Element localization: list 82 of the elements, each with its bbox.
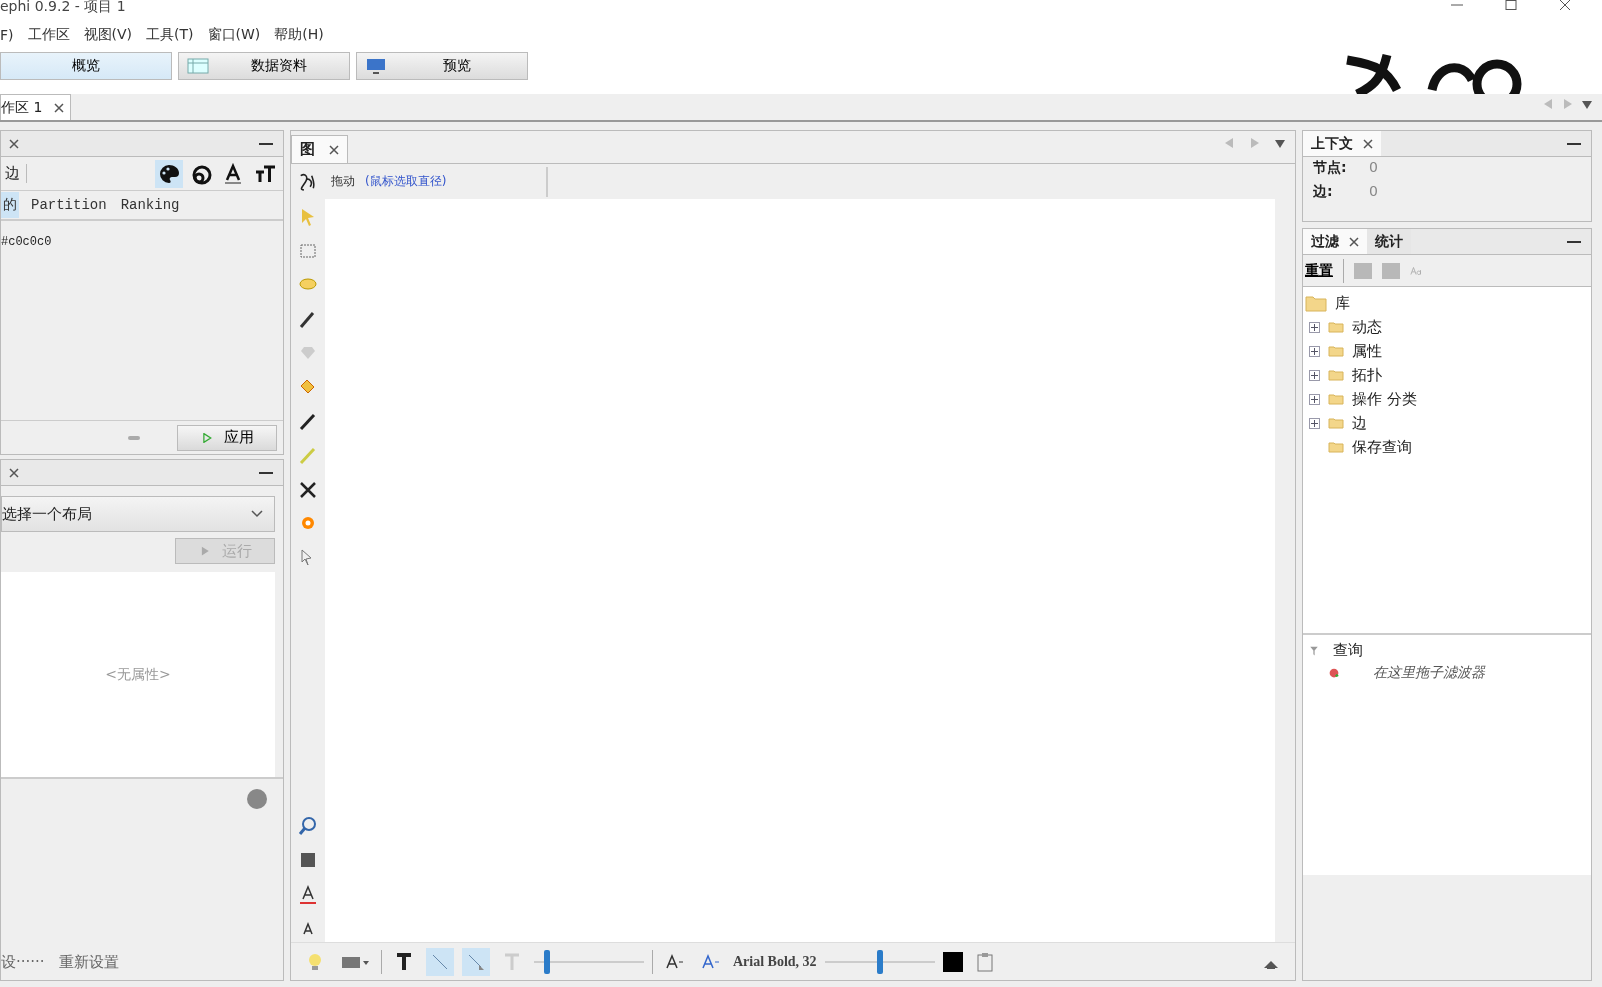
tree-item[interactable]: 保存查询 <box>1352 437 1412 457</box>
edge-brush-icon[interactable] <box>462 947 490 976</box>
tab-label[interactable]: 作区 1 <box>1 98 43 117</box>
drop-hint: 在这里拖子滤波器 <box>1373 664 1485 682</box>
document-tab[interactable]: 作区 1 <box>0 94 72 120</box>
chevron-down-icon <box>250 509 264 519</box>
tab-label[interactable]: 统计 <box>1375 232 1403 251</box>
palette-icon[interactable] <box>155 159 183 188</box>
color-swatch[interactable] <box>942 951 963 972</box>
size-slider[interactable] <box>534 948 644 975</box>
panel-tab[interactable]: 过滤 <box>1303 229 1367 254</box>
folder-icon <box>1328 369 1344 381</box>
stat-value: 0 <box>1369 159 1378 177</box>
workspace-tab[interactable]: 数据资料 <box>178 52 350 80</box>
workspace-tab[interactable]: 概览 <box>0 52 172 80</box>
edges-tab[interactable]: 边 <box>1 164 27 183</box>
color-value: #c0c0c0 <box>1 234 53 251</box>
slider-thumb[interactable] <box>876 949 883 974</box>
stat-label: 边: <box>1313 183 1334 201</box>
menu-item[interactable]: 帮助(H) <box>274 24 324 46</box>
apply-button[interactable]: 应用 <box>177 424 277 451</box>
folder-icon <box>1328 345 1344 357</box>
close-icon[interactable] <box>9 467 19 478</box>
context-tab[interactable]: 上下文 <box>1303 131 1381 156</box>
reset-button[interactable]: 重置 <box>1305 261 1333 280</box>
filter-add-icon <box>1327 668 1341 678</box>
close-icon[interactable] <box>1558 0 1572 10</box>
close-button[interactable] <box>329 144 339 155</box>
mode-tab[interactable]: 的 <box>1 192 19 218</box>
minimize-button[interactable] <box>259 142 273 145</box>
window-title: ephi 0.9.2 - 项目 1 <box>0 0 126 12</box>
tree-item[interactable]: 边 <box>1352 413 1367 433</box>
expand-toggle[interactable] <box>1309 417 1320 429</box>
close-button[interactable] <box>1349 236 1359 247</box>
graph-tab[interactable]: 图 <box>291 135 348 163</box>
menu-item[interactable]: 工作区 <box>27 24 70 46</box>
tree-item[interactable]: 属性 <box>1352 341 1382 361</box>
expand-toggle[interactable] <box>1309 321 1320 333</box>
expand-toggle[interactable] <box>1309 345 1320 357</box>
expand-toggle[interactable] <box>1309 369 1320 381</box>
stat-label: 节点: <box>1313 159 1348 177</box>
menu-item[interactable]: 窗口(W) <box>207 24 261 46</box>
tab-label[interactable]: 过滤 <box>1311 232 1339 251</box>
mode-label: 拖动 <box>331 173 355 190</box>
close-icon[interactable] <box>9 138 19 149</box>
presets-link[interactable]: 设······ <box>1 952 45 972</box>
stat-value: 0 <box>1369 183 1378 201</box>
menu-item[interactable]: F) <box>0 25 14 45</box>
maximize-icon[interactable] <box>1504 0 1518 10</box>
table-icon <box>187 58 209 74</box>
minimize-button[interactable] <box>1567 240 1581 243</box>
tree-item[interactable]: 库 <box>1335 293 1350 313</box>
tab-label[interactable]: 图 <box>300 140 315 159</box>
folder-icon <box>1328 417 1344 429</box>
minimize-button[interactable] <box>259 471 273 474</box>
layout-dropdown[interactable]: 选择一个布局 <box>1 496 275 532</box>
mode-tab[interactable]: Ranking <box>118 193 182 217</box>
queries-title: 查询 <box>1333 641 1363 660</box>
empty-message: <无属性> <box>105 665 171 684</box>
slider-thumb[interactable] <box>544 949 551 974</box>
expand-toggle[interactable] <box>1309 393 1320 405</box>
tree-item[interactable]: 操作 分类 <box>1352 389 1417 409</box>
reset-link[interactable]: 重新设置 <box>58 952 119 972</box>
size-slider[interactable] <box>824 948 935 975</box>
monitor-icon <box>365 58 387 74</box>
mode-tab[interactable]: Partition <box>29 193 109 217</box>
mode-hint: (鼠标选取直径) <box>365 166 549 197</box>
workspace-tab[interactable]: 预览 <box>356 52 528 80</box>
tree-item[interactable]: 拓扑 <box>1352 365 1382 385</box>
folder-icon <box>1328 321 1344 333</box>
minimize-button[interactable] <box>1567 142 1581 145</box>
tree-item[interactable]: 动态 <box>1352 317 1382 337</box>
folder-icon <box>1328 393 1344 405</box>
menu-item[interactable]: 视图(V) <box>83 24 133 46</box>
close-button[interactable] <box>54 102 65 113</box>
menu-item[interactable]: 工具(T) <box>146 24 194 46</box>
play-icon <box>200 432 214 443</box>
tab-label[interactable]: 上下文 <box>1311 134 1353 153</box>
close-button[interactable] <box>1363 138 1373 149</box>
font-name[interactable]: Arial Bold, 32 <box>733 953 817 970</box>
folder-icon <box>1328 441 1344 453</box>
folder-icon <box>1305 294 1327 312</box>
